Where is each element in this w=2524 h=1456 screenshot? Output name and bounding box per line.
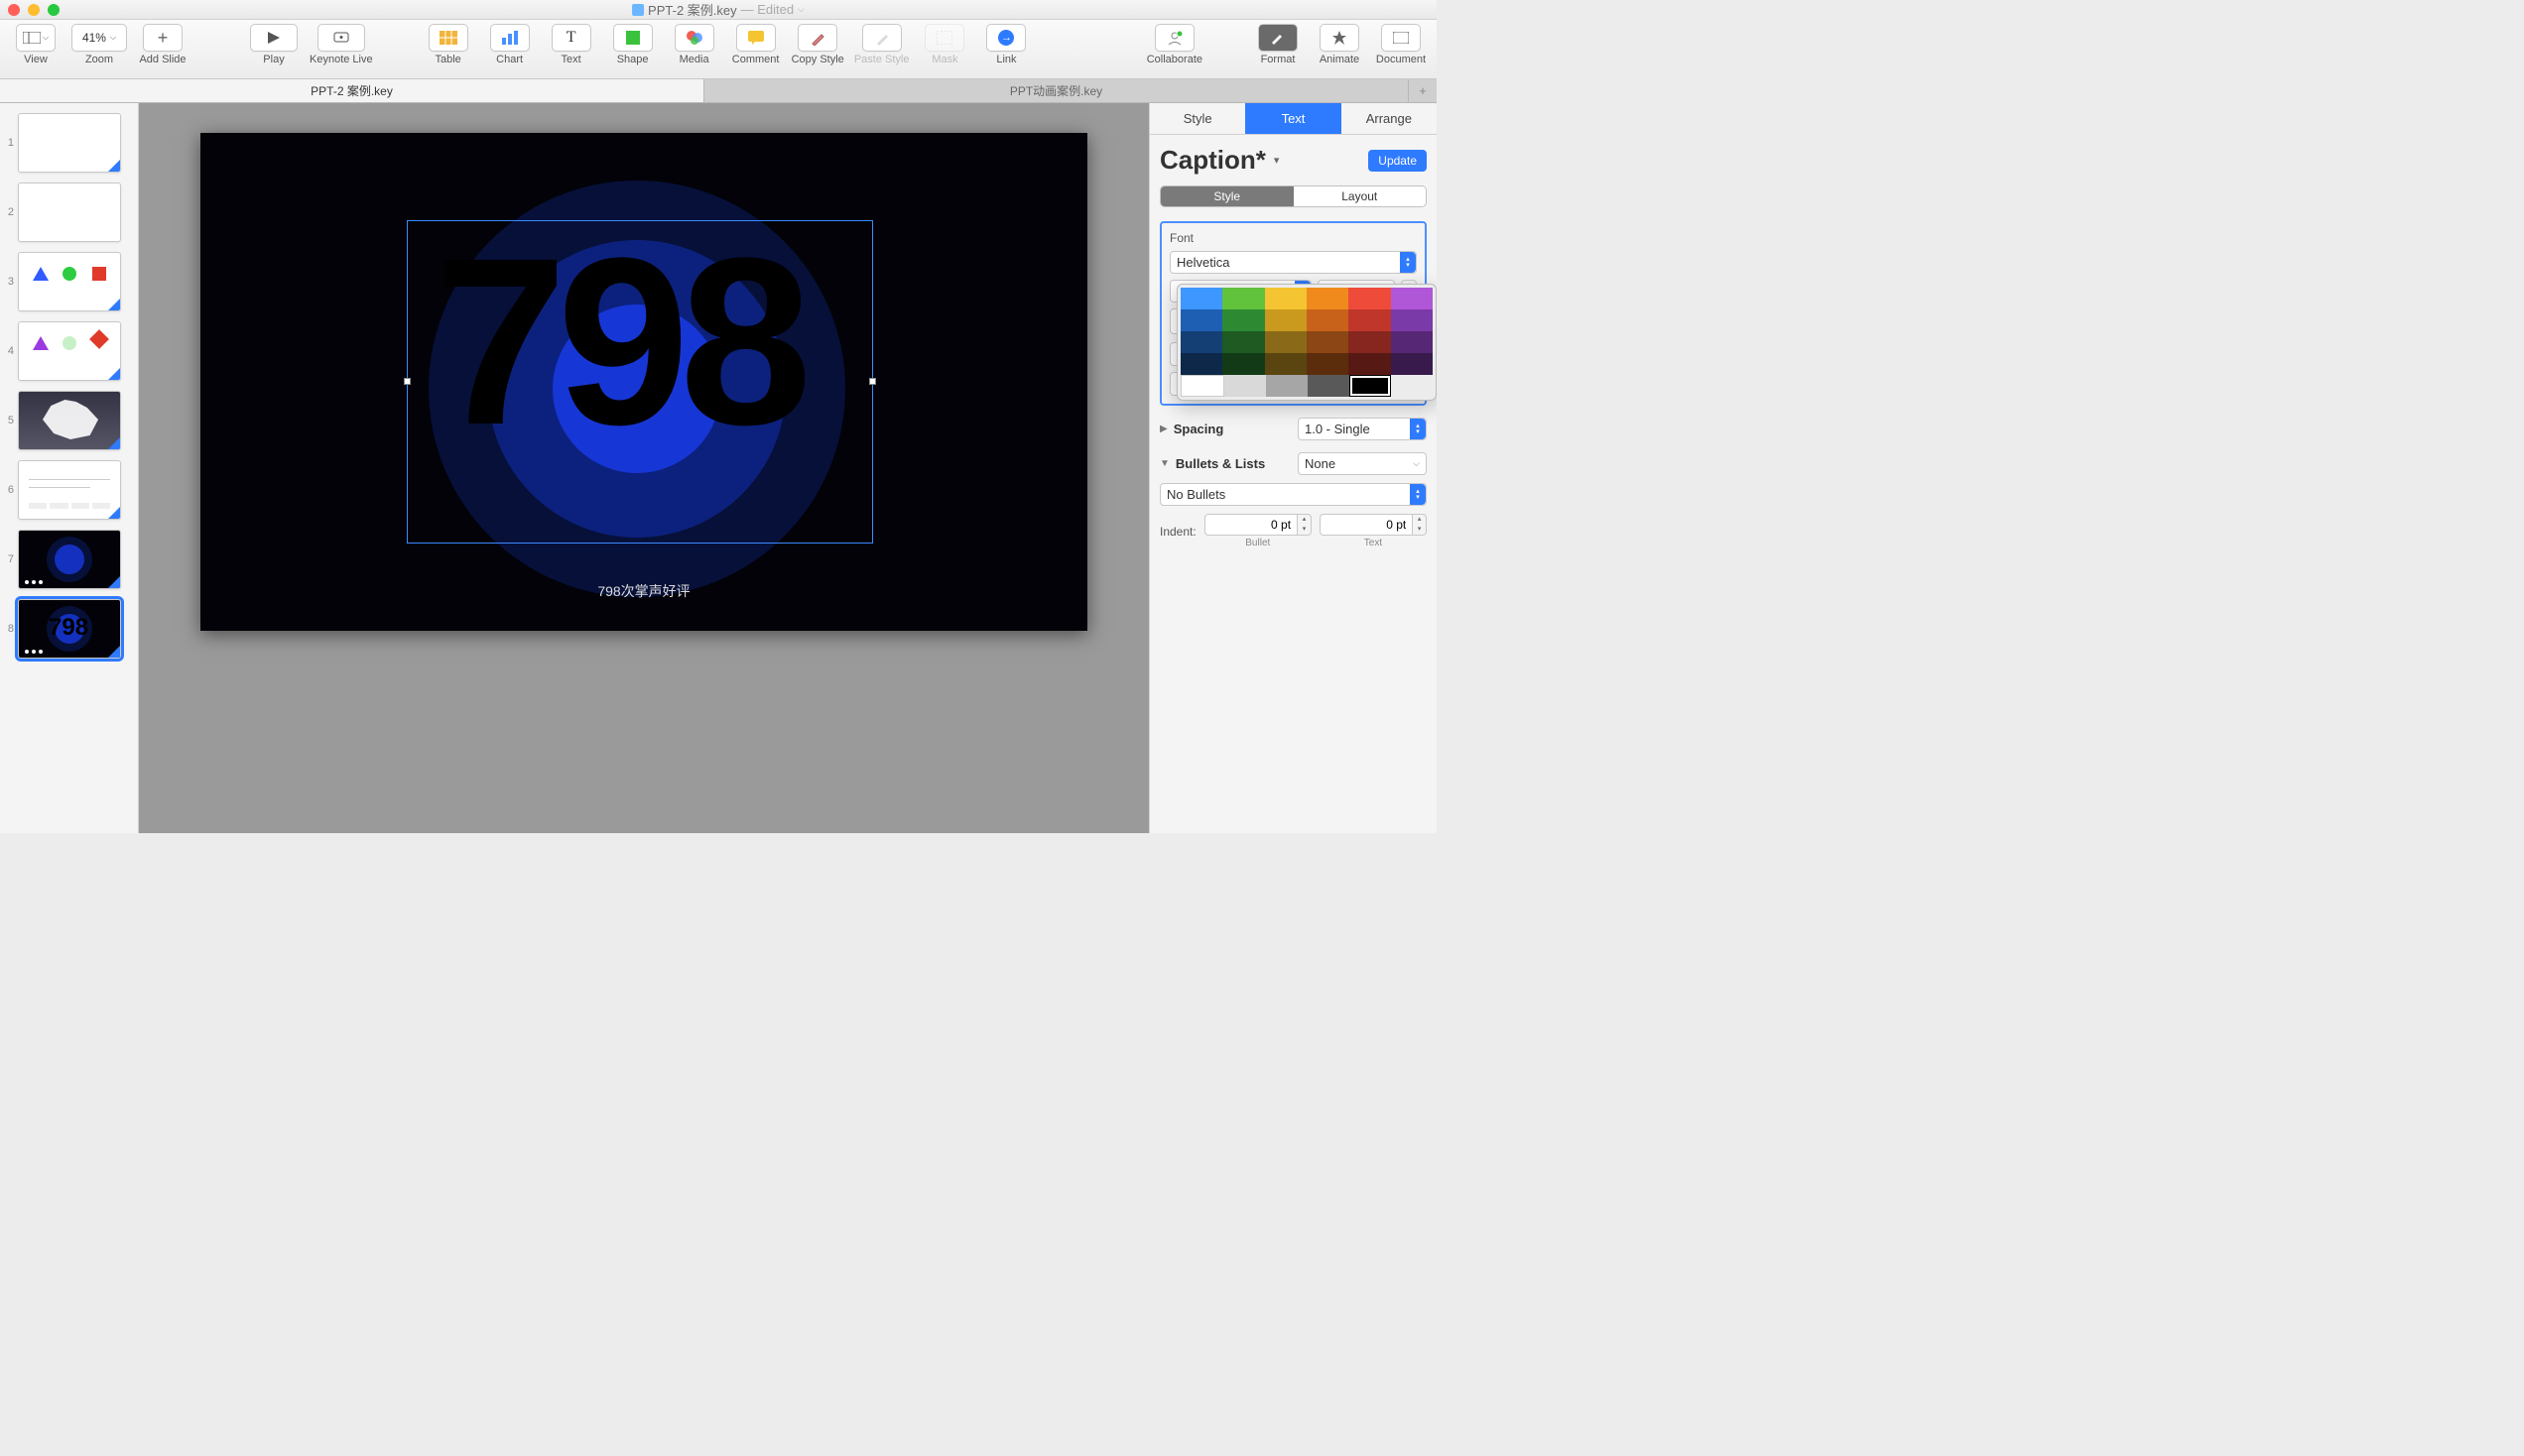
table-button[interactable]: Table (423, 24, 474, 65)
view-button[interactable]: ⌵ View (10, 24, 62, 65)
text-selection-box[interactable] (407, 220, 873, 544)
thumbnail-5[interactable] (18, 391, 121, 450)
inspector-text-tab[interactable]: Text (1245, 103, 1340, 134)
font-family-select[interactable]: Helvetica▴▾ (1170, 251, 1417, 274)
text-indent-field[interactable] (1320, 514, 1413, 536)
thumbnail-6[interactable] (18, 460, 121, 520)
text-subtab-layout[interactable]: Layout (1294, 186, 1427, 206)
palette-color-selected[interactable] (1349, 375, 1391, 397)
palette-color[interactable] (1222, 309, 1264, 331)
palette-color[interactable] (1391, 353, 1433, 375)
palette-color[interactable] (1307, 353, 1348, 375)
resize-handle-right[interactable] (869, 378, 876, 385)
palette-color[interactable] (1181, 353, 1222, 375)
palette-color[interactable] (1265, 309, 1307, 331)
spacing-label: Spacing (1174, 422, 1224, 436)
palette-color[interactable] (1308, 375, 1349, 397)
media-button[interactable]: Media (669, 24, 720, 65)
palette-color[interactable] (1348, 331, 1390, 353)
edited-indicator: — Edited (741, 2, 794, 17)
paragraph-style-dropdown-icon[interactable]: ▾ (1274, 154, 1280, 167)
palette-color[interactable] (1222, 331, 1264, 353)
copy-style-button[interactable]: Copy Style (792, 24, 844, 65)
bullets-preset-select[interactable]: None⌵ (1298, 452, 1427, 475)
palette-color[interactable] (1307, 309, 1348, 331)
palette-color[interactable] (1391, 288, 1433, 309)
tab-doc-2[interactable]: PPT动画案例.key (704, 79, 1409, 102)
palette-color[interactable] (1266, 375, 1308, 397)
palette-color[interactable] (1307, 331, 1348, 353)
slide: 798 798次掌声好评 (200, 133, 1087, 631)
play-button[interactable]: Play (248, 24, 300, 65)
chart-button[interactable]: Chart (484, 24, 536, 65)
indent-label: Indent: (1160, 525, 1197, 539)
paragraph-style-name[interactable]: Caption* (1160, 145, 1266, 176)
spacing-select[interactable]: 1.0 - Single▴▾ (1298, 418, 1427, 440)
keynote-live-button[interactable]: Keynote Live (310, 24, 373, 65)
palette-color[interactable] (1348, 288, 1390, 309)
document-tabs: PPT-2 案例.key PPT动画案例.key + (0, 79, 1437, 103)
palette-color[interactable] (1348, 353, 1390, 375)
palette-color[interactable] (1391, 309, 1433, 331)
add-tab-button[interactable]: + (1409, 79, 1437, 102)
tab-doc-1[interactable]: PPT-2 案例.key (0, 79, 704, 102)
inspector-arrange-tab[interactable]: Arrange (1341, 103, 1437, 134)
palette-color[interactable] (1222, 353, 1264, 375)
link-button[interactable]: →Link (980, 24, 1032, 65)
palette-color[interactable] (1181, 288, 1222, 309)
format-button[interactable]: Format (1252, 24, 1304, 65)
thumbnail-3[interactable] (18, 252, 121, 311)
thumbnail-8[interactable]: 798 (18, 599, 121, 659)
thumbnail-2[interactable] (18, 182, 121, 242)
thumbnail-1[interactable] (18, 113, 121, 173)
update-style-button[interactable]: Update (1368, 150, 1427, 172)
document-button[interactable]: Document (1375, 24, 1427, 65)
font-section-label: Font (1170, 231, 1417, 245)
palette-color[interactable] (1265, 353, 1307, 375)
palette-color[interactable] (1307, 288, 1348, 309)
document-title: PPT-2 案例.key (648, 0, 737, 19)
bullet-indent-field[interactable] (1204, 514, 1298, 536)
palette-color[interactable] (1224, 375, 1266, 397)
fullscreen-window-button[interactable] (48, 4, 60, 16)
main-toolbar: ⌵ View 41%⌵ Zoom + Add Slide Play Keynot… (0, 20, 1437, 79)
close-window-button[interactable] (8, 4, 20, 16)
slide-navigator[interactable]: 1 2 3 4 5 6 (0, 103, 139, 833)
palette-color[interactable] (1265, 331, 1307, 353)
add-slide-button[interactable]: + Add Slide (137, 24, 189, 65)
bullets-style-select[interactable]: No Bullets▴▾ (1160, 483, 1427, 506)
palette-color[interactable] (1265, 288, 1307, 309)
comment-button[interactable]: Comment (730, 24, 782, 65)
palette-color[interactable] (1181, 375, 1224, 397)
palette-color[interactable] (1181, 309, 1222, 331)
title-dropdown-icon[interactable]: ⌵ (798, 4, 805, 15)
slide-caption[interactable]: 798次掌声好评 (200, 581, 1087, 601)
zoom-button[interactable]: 41%⌵ Zoom (71, 24, 127, 65)
thumbnail-7[interactable] (18, 530, 121, 589)
palette-color[interactable] (1391, 331, 1433, 353)
collaborate-button[interactable]: Collaborate (1147, 24, 1202, 65)
text-subtab-style[interactable]: Style (1161, 186, 1294, 206)
color-palette-popover[interactable] (1177, 284, 1437, 401)
thumbnail-4[interactable] (18, 321, 121, 381)
format-inspector: Style Text Arrange Caption* ▾ Update Sty… (1149, 103, 1437, 833)
palette-color[interactable] (1348, 309, 1390, 331)
resize-handle-left[interactable] (404, 378, 411, 385)
text-button[interactable]: TText (546, 24, 597, 65)
mask-button: Mask (919, 24, 970, 65)
inspector-style-tab[interactable]: Style (1150, 103, 1245, 134)
animate-button[interactable]: Animate (1314, 24, 1365, 65)
paste-style-button: Paste Style (854, 24, 910, 65)
app-doc-icon (632, 4, 644, 16)
window-titlebar: PPT-2 案例.key — Edited ⌵ (0, 0, 1437, 20)
text-subtabs[interactable]: Style Layout (1160, 185, 1427, 207)
slide-canvas[interactable]: 798 798次掌声好评 (139, 103, 1149, 833)
bullets-disclosure-icon[interactable]: ▼ (1160, 458, 1170, 469)
palette-color[interactable] (1222, 288, 1264, 309)
palette-color[interactable] (1181, 331, 1222, 353)
bullets-label: Bullets & Lists (1176, 456, 1265, 471)
spacing-disclosure-icon[interactable]: ▶ (1160, 424, 1168, 434)
shape-button[interactable]: Shape (607, 24, 659, 65)
minimize-window-button[interactable] (28, 4, 40, 16)
